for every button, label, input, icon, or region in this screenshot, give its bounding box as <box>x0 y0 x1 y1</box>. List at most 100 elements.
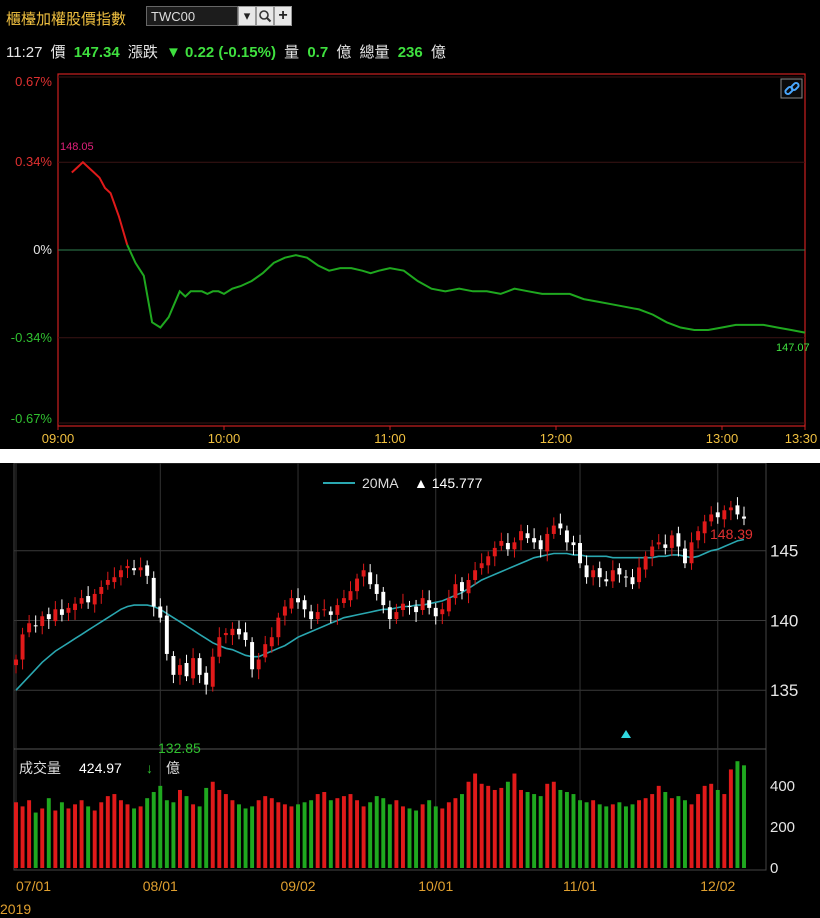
candle-body <box>499 540 504 546</box>
candle-body <box>315 612 320 620</box>
volume-legend-value: 424.97 <box>79 760 122 776</box>
candle-body <box>492 547 497 557</box>
candle-body <box>610 570 615 582</box>
volume-bar <box>414 810 419 868</box>
candle-body <box>230 628 235 636</box>
candle-body <box>532 538 537 543</box>
volume-bar <box>315 794 320 868</box>
candle-body <box>20 634 25 660</box>
volume-bar <box>558 789 563 868</box>
candle-body <box>151 577 156 607</box>
candle-body <box>735 505 740 515</box>
intraday-x-tick-label: 10:00 <box>208 431 241 446</box>
intraday-last-label: 147.07 <box>776 342 810 354</box>
intraday-x-tick-label: 12:00 <box>540 431 573 446</box>
price-y-tick-label: 140 <box>770 611 798 630</box>
volume-bar <box>368 802 373 868</box>
volume-bar <box>407 808 412 868</box>
volume-bar <box>322 792 327 868</box>
volume-bar <box>637 800 642 868</box>
candle-body <box>387 607 392 620</box>
volume-bar <box>742 765 746 868</box>
volume-bar <box>145 798 150 868</box>
candle-body <box>263 644 268 658</box>
volume-bar <box>525 792 530 868</box>
candle-body <box>309 611 314 620</box>
candle-body <box>643 556 648 570</box>
volume-bar <box>473 773 478 868</box>
volume-bar <box>453 798 458 868</box>
volume-bar <box>348 794 353 868</box>
min-price-label: 132.85 <box>158 740 201 756</box>
candle-body <box>66 607 71 613</box>
volume-bar <box>92 810 97 868</box>
candle-body <box>683 548 687 564</box>
candle-body <box>466 579 471 594</box>
max-price-label: 148.39 <box>710 526 753 542</box>
intraday-line-above-ref <box>71 160 129 246</box>
volume-bar <box>125 804 130 868</box>
date-x-tick-label: 09/02 <box>280 878 315 894</box>
volume-bar <box>20 806 25 868</box>
candle-body <box>558 523 563 529</box>
candle-body <box>53 609 58 622</box>
date-x-tick-label: 07/01 <box>16 878 51 894</box>
volume-bar <box>584 802 589 868</box>
intraday-y-tick-label: 0.67% <box>15 74 52 89</box>
volume-bar <box>505 781 510 868</box>
volume-bar <box>40 808 45 868</box>
candle-body <box>296 598 300 603</box>
volume-bar <box>197 806 202 868</box>
volume-bar <box>33 812 38 868</box>
signal-marker <box>621 730 631 738</box>
volume-bar <box>512 773 517 868</box>
candle-body <box>564 530 569 543</box>
candle-body <box>92 593 97 605</box>
volume-bar <box>171 802 176 868</box>
volume-bar <box>735 761 740 868</box>
volume-bar <box>14 802 18 868</box>
volume-bar <box>400 806 405 868</box>
volume-bar <box>440 808 445 868</box>
volume-bar <box>551 781 556 868</box>
ma-legend-value: ▲ 145.777 <box>414 475 483 491</box>
ma-legend: 20MA ▲ 145.777 <box>323 475 483 491</box>
candle-body <box>138 567 143 571</box>
candle-body <box>302 600 307 610</box>
candle-body <box>663 544 668 548</box>
candle-body <box>702 521 707 534</box>
candle-body <box>584 565 589 578</box>
volume-bar <box>630 804 635 868</box>
volume-bar <box>571 794 576 868</box>
candle-body <box>623 576 628 578</box>
volume-bar <box>479 783 484 868</box>
candle-body <box>460 582 464 592</box>
volume-bar <box>66 808 71 868</box>
volume-down-arrow: ↓ <box>146 760 153 776</box>
volume-bar <box>59 802 64 868</box>
volume-bar <box>302 802 307 868</box>
volume-bar <box>289 806 294 868</box>
candle-body <box>112 577 117 583</box>
volume-bar <box>650 794 655 868</box>
link-button[interactable] <box>780 78 803 99</box>
candle-body <box>217 637 222 657</box>
volume-bar <box>427 800 432 868</box>
candle-body <box>59 609 64 615</box>
candle-body <box>73 603 77 610</box>
volume-bar <box>177 789 182 868</box>
date-x-tick-label: 12/02 <box>700 878 735 894</box>
candle-body <box>414 606 419 613</box>
volume-bar <box>250 806 255 868</box>
candle-body <box>473 570 478 580</box>
volume-bar <box>610 804 615 868</box>
volume-legend-label: 成交量 <box>19 760 61 776</box>
volume-legend-unit: 億 <box>166 760 180 776</box>
volume-bar <box>335 798 340 868</box>
volume-bar <box>118 800 123 868</box>
volume-bar <box>433 806 438 868</box>
candle-body <box>322 609 327 611</box>
candle-body <box>400 603 405 610</box>
volume-bar <box>715 789 720 868</box>
volume-bar <box>282 804 287 868</box>
